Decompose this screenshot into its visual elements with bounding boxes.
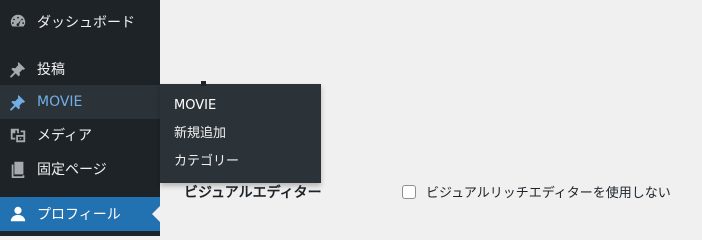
app-window: ダッシュボード 投稿 MOVIE メディア 固定ページ プロフィール MOVIE… — [0, 0, 702, 236]
submenu-item-category[interactable]: カテゴリー — [160, 148, 321, 176]
sidebar-item-label: 投稿 — [37, 62, 65, 78]
sidebar-item-label: 固定ページ — [37, 162, 107, 178]
pin-icon — [8, 92, 28, 112]
submenu-item-add-new[interactable]: 新規追加 — [160, 120, 321, 148]
page-icon — [8, 159, 28, 179]
submenu-pointer — [153, 95, 160, 109]
checkbox-label: ビジュアルリッチエディターを使用しない — [426, 186, 671, 201]
submenu-item-movie[interactable]: MOVIE — [160, 92, 321, 120]
movie-submenu-flyout: MOVIE 新規追加 カテゴリー — [160, 84, 321, 183]
sidebar-item-profile[interactable]: プロフィール — [0, 197, 160, 231]
dashboard-icon — [8, 12, 28, 32]
sidebar-item-pages[interactable]: 固定ページ — [0, 152, 160, 186]
disable-visual-editor-checkbox[interactable] — [402, 184, 416, 199]
sidebar-item-movie[interactable]: MOVIE — [0, 85, 160, 119]
visual-editor-label: ビジュアルエディター — [184, 185, 322, 201]
sidebar-item-label: MOVIE — [37, 94, 83, 110]
sidebar-item-media[interactable]: メディア — [0, 118, 160, 152]
admin-sidebar: ダッシュボード 投稿 MOVIE メディア 固定ページ プロフィール — [0, 0, 160, 236]
sidebar-item-label: メディア — [37, 128, 93, 144]
current-page-pointer — [152, 206, 160, 222]
partial-glyph — [201, 81, 206, 86]
disable-visual-editor-option[interactable]: ビジュアルリッチエディターを使用しない — [402, 182, 671, 201]
user-icon — [8, 204, 28, 224]
sidebar-item-label: ダッシュボード — [37, 15, 135, 31]
sidebar-item-dashboard[interactable]: ダッシュボード — [0, 5, 160, 39]
sidebar-item-posts[interactable]: 投稿 — [0, 52, 160, 86]
sidebar-item-label: プロフィール — [37, 207, 121, 223]
pin-icon — [8, 59, 28, 79]
media-icon — [8, 125, 28, 145]
